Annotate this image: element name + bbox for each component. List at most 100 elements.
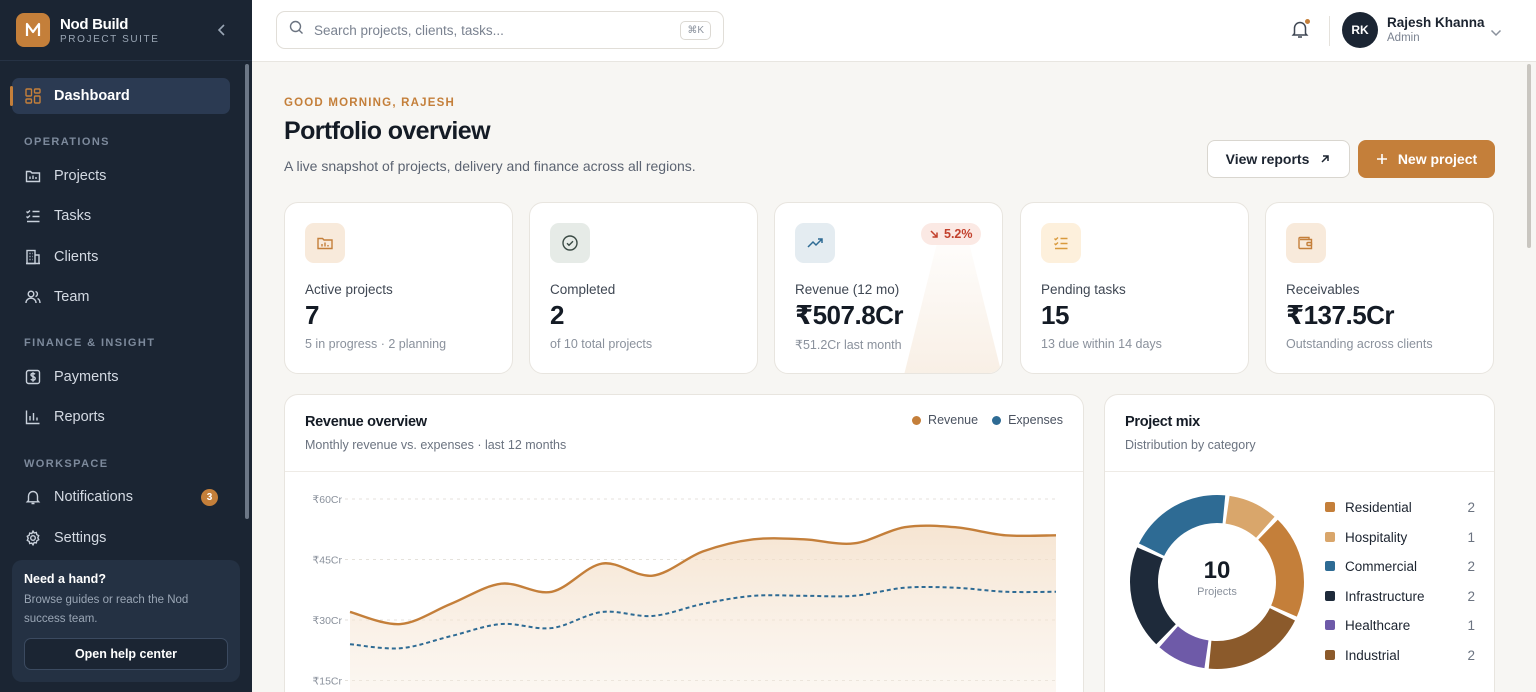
sidebar-item-notifications[interactable]: Notifications 3 [12, 479, 230, 515]
chart-legend: Revenue Expenses [898, 413, 1063, 427]
stat-label: Receivables [1286, 282, 1360, 297]
stat-card-active-projects[interactable]: Active projects 7 5 in progress · 2 plan… [284, 202, 513, 374]
legend-dot [912, 415, 922, 425]
nav-section-workspace: WORKSPACE [24, 458, 109, 470]
stat-label: Active projects [305, 282, 393, 297]
donut-center: 10 Projects [1165, 557, 1269, 598]
revenue-chart: ₹60Cr ₹45Cr ₹30Cr ₹15Cr [313, 494, 1057, 692]
notifications-badge: 3 [201, 489, 218, 506]
mix-count: 1 [1467, 529, 1475, 545]
stat-note: of 10 total projects [550, 337, 653, 351]
sidebar: Nod Build PROJECT SUITE Dashboard OPERAT… [0, 0, 252, 692]
revenue-card-subtitle: Monthly revenue vs. expenses · last 12 m… [305, 438, 567, 452]
open-help-center-button[interactable]: Open help center [24, 638, 228, 670]
mix-label: Healthcare [1345, 617, 1411, 633]
user-menu-toggle[interactable] [1490, 24, 1502, 42]
sidebar-item-dashboard[interactable]: Dashboard [10, 78, 230, 114]
trend-value: 5.2% [944, 227, 973, 241]
sidebar-item-tasks[interactable]: Tasks [12, 198, 230, 234]
trend-up-icon [795, 223, 835, 263]
donut-total: 10 [1203, 557, 1231, 584]
main-scrollbar[interactable] [1527, 64, 1531, 248]
sidebar-item-label: Reports [54, 409, 105, 425]
arrow-up-right-icon [1321, 155, 1330, 163]
donut-slice-industrial[interactable] [1208, 608, 1295, 669]
mix-legend-item[interactable]: Commercial 2 [1325, 557, 1475, 575]
bell-icon [24, 488, 42, 506]
folder-chart-icon [24, 167, 42, 185]
legend-label: Expenses [1008, 413, 1063, 427]
mix-label: Infrastructure [1345, 588, 1425, 604]
new-project-button[interactable]: New project [1358, 140, 1495, 178]
mix-legend-item[interactable]: Healthcare 1 [1325, 616, 1475, 634]
nav-section-finance: FINANCE & INSIGHT [24, 337, 156, 349]
donut-slice-commercial[interactable] [1139, 495, 1226, 556]
user-name[interactable]: Rajesh Khanna [1387, 15, 1485, 30]
mix-count: 2 [1467, 499, 1475, 515]
stat-label: Completed [550, 282, 616, 297]
sidebar-scrollbar[interactable] [245, 64, 249, 519]
legend-item-revenue[interactable]: Revenue [912, 413, 978, 427]
stat-card-completed[interactable]: Completed 2 of 10 total projects [529, 202, 758, 374]
sidebar-item-clients[interactable]: Clients [12, 239, 230, 275]
nav-section-operations: OPERATIONS [24, 136, 110, 148]
stat-card-receivables[interactable]: Receivables ₹137.5Cr Outstanding across … [1265, 202, 1494, 374]
sidebar-item-label: Settings [54, 530, 107, 546]
y-tick-label: ₹30Cr [313, 615, 343, 627]
sidebar-item-label: Clients [54, 249, 99, 265]
card-divider [1105, 471, 1494, 472]
stat-value: 15 [1041, 300, 1069, 330]
sidebar-item-label: Tasks [54, 208, 92, 224]
help-text: Browse guides or reach the Nod success t… [24, 594, 189, 625]
building-icon [24, 248, 42, 266]
arrow-down-right-icon [930, 230, 938, 238]
search-shortcut: ⌘K [680, 21, 711, 40]
sidebar-item-label: Team [54, 289, 90, 305]
greeting: GOOD MORNING, RAJESH [284, 97, 455, 109]
legend-item-expenses[interactable]: Expenses [992, 413, 1063, 427]
mix-legend-item[interactable]: Industrial 2 [1325, 646, 1475, 664]
mix-label: Residential [1345, 499, 1412, 515]
sidebar-item-team[interactable]: Team [12, 279, 230, 315]
topbar-divider [1329, 16, 1330, 46]
sidebar-item-settings[interactable]: Settings [12, 520, 230, 556]
search-bar[interactable]: ⌘K [276, 11, 724, 49]
sidebar-divider [0, 60, 252, 61]
brand-name: Nod Build [60, 15, 129, 33]
legend-label: Revenue [928, 413, 979, 427]
mix-swatch [1325, 532, 1335, 542]
sidebar-item-projects[interactable]: Projects [12, 158, 230, 194]
sidebar-item-reports[interactable]: Reports [12, 399, 230, 435]
avatar[interactable]: RK [1342, 12, 1378, 48]
mix-legend-item[interactable]: Hospitality 1 [1325, 528, 1475, 546]
stat-card-revenue[interactable]: 5.2% Revenue (12 mo) ₹507.8Cr ₹51.2Cr la… [774, 202, 1003, 374]
mix-count: 2 [1467, 558, 1475, 574]
stat-value: ₹507.8Cr [795, 300, 904, 330]
sidebar-item-payments[interactable]: Payments [12, 359, 230, 395]
stat-value: 2 [550, 300, 564, 330]
brand-subtitle: PROJECT SUITE [60, 33, 160, 45]
y-tick-label: ₹60Cr [313, 494, 343, 506]
brand-logo [16, 13, 50, 47]
stat-note: ₹51.2Cr last month [795, 338, 902, 352]
view-reports-label: View reports [1225, 151, 1310, 167]
new-project-label: New project [1397, 151, 1478, 167]
stat-card-pending-tasks[interactable]: Pending tasks 15 13 due within 14 days [1020, 202, 1249, 374]
search-input[interactable] [314, 22, 664, 38]
y-tick-label: ₹45Cr [313, 555, 343, 567]
view-reports-button[interactable]: View reports [1207, 140, 1350, 178]
collapse-sidebar-button[interactable] [214, 22, 230, 38]
mix-legend-item[interactable]: Infrastructure 2 [1325, 587, 1475, 605]
gear-icon [24, 529, 42, 547]
user-role: Admin [1387, 32, 1420, 44]
mix-swatch [1325, 620, 1335, 630]
brand[interactable]: Nod Build PROJECT SUITE [16, 13, 160, 47]
notification-dot [1304, 18, 1311, 25]
stat-note: Outstanding across clients [1286, 337, 1433, 351]
stat-value: 7 [305, 300, 319, 330]
stat-value: ₹137.5Cr [1286, 300, 1395, 330]
sidebar-item-label: Projects [54, 168, 107, 184]
mix-legend-item[interactable]: Residential 2 [1325, 498, 1475, 516]
sidebar-item-label: Dashboard [54, 88, 130, 104]
notifications-button[interactable] [1290, 18, 1312, 41]
